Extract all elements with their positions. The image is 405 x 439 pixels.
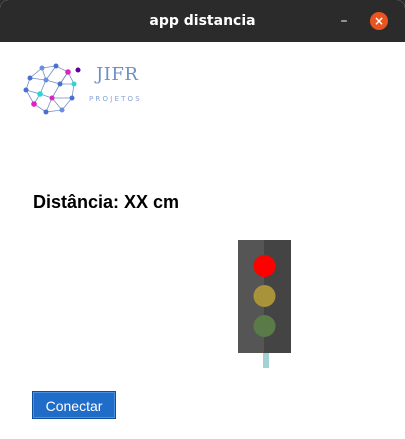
- title-bar[interactable]: app distancia – ×: [0, 0, 405, 42]
- connect-button[interactable]: Conectar: [32, 391, 116, 419]
- traffic-light-icon: [238, 240, 291, 368]
- green-light: [253, 315, 276, 337]
- main-content: JIFR PROJETOS Distância: XX cm Conectar: [0, 42, 405, 439]
- red-light: [253, 255, 276, 277]
- minimize-button[interactable]: –: [336, 12, 352, 29]
- logo-name: JIFR: [96, 64, 139, 85]
- distance-label: Distância: XX cm: [33, 192, 180, 212]
- close-button[interactable]: ×: [370, 12, 388, 30]
- app-window: app distancia – × JIFR PROJETOS Distânci…: [0, 0, 405, 439]
- yellow-light: [253, 285, 276, 307]
- logo-subtitle: PROJETOS: [89, 95, 142, 103]
